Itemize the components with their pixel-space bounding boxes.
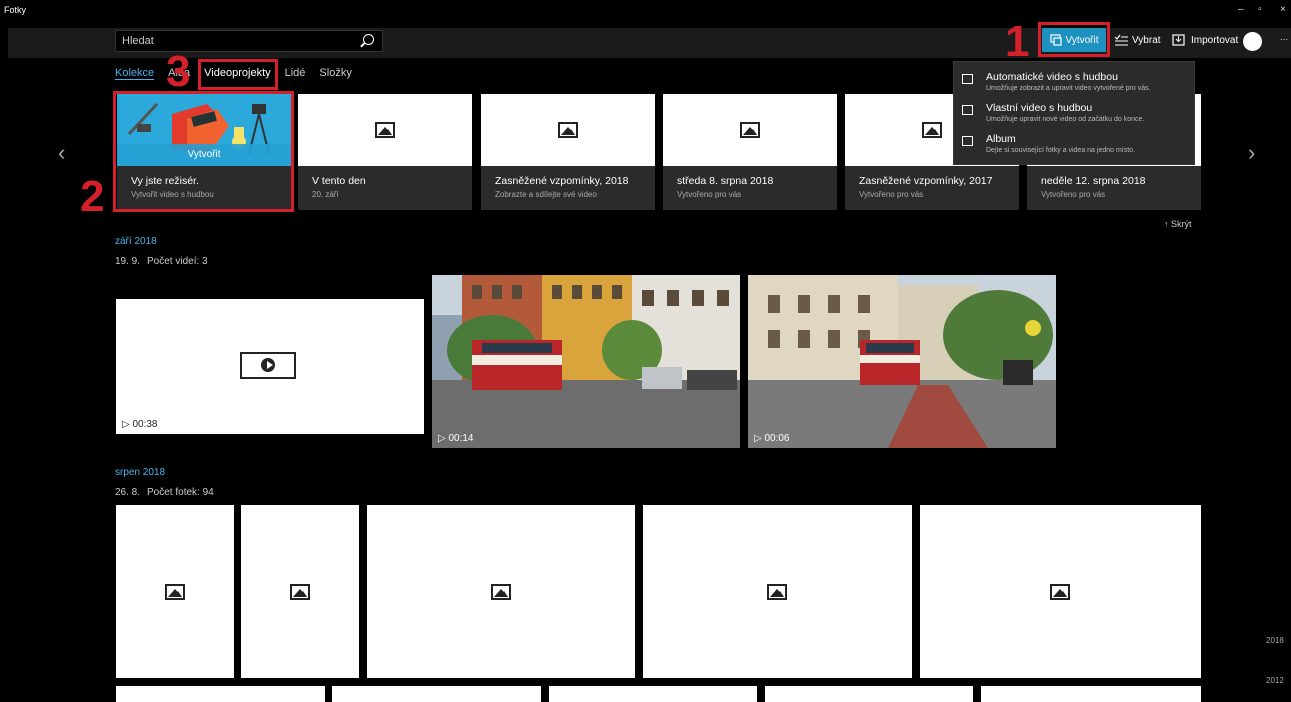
card-subtitle: 20. září xyxy=(312,190,339,199)
minimize-button[interactable]: – xyxy=(1238,4,1244,15)
callout-number-3: 3 xyxy=(166,47,191,96)
video-icon xyxy=(962,105,973,115)
card-wednesday[interactable]: středa 8. srpna 2018 Vytvořeno pro vás xyxy=(663,94,837,210)
photo-tile[interactable] xyxy=(643,505,912,678)
video-duration: ▷ 00:06 xyxy=(754,433,790,444)
photo-tile[interactable] xyxy=(765,686,973,702)
photo-tile[interactable] xyxy=(549,686,757,702)
photo-tile[interactable] xyxy=(367,505,635,678)
section-month-aug: srpen 2018 xyxy=(115,467,166,478)
video-tile-2[interactable]: ▷ 00:14 xyxy=(432,275,740,448)
tram-photo-1 xyxy=(432,275,740,448)
image-placeholder-icon xyxy=(165,584,185,600)
card-subtitle: Vytvořeno pro vás xyxy=(859,190,924,199)
card-subtitle: Zobrazte a sdílejte své video xyxy=(495,190,597,199)
image-placeholder-icon xyxy=(491,584,511,600)
menu-item-custom-video[interactable]: Vlastní video s hudbou Umožňuje upravit … xyxy=(954,99,1194,130)
search-placeholder: Hledat xyxy=(122,35,154,47)
card-title: neděle 12. srpna 2018 xyxy=(1041,175,1146,187)
search-input[interactable]: Hledat xyxy=(115,30,383,52)
card-title: Zasněžené vzpomínky, 2017 xyxy=(859,175,993,187)
import-button[interactable]: Importovat xyxy=(1172,28,1238,52)
video-icon xyxy=(962,74,973,84)
image-placeholder-icon xyxy=(1050,584,1070,600)
hide-link[interactable]: ↑ Skrýt xyxy=(1164,219,1192,229)
menu-item-title: Album xyxy=(986,133,1016,145)
section-count-photos: Počet fotek: 94 xyxy=(147,487,214,498)
video-tile-1[interactable]: ▷ 00:38 xyxy=(116,299,424,434)
carousel-prev-arrow-icon[interactable]: ‹ xyxy=(58,140,65,166)
callout-number-1: 1 xyxy=(1005,17,1030,66)
photo-tile[interactable] xyxy=(116,686,325,702)
photo-tile[interactable] xyxy=(241,505,359,678)
image-placeholder-icon xyxy=(922,122,942,138)
video-duration: ▷ 00:14 xyxy=(438,433,474,444)
album-icon xyxy=(962,136,973,146)
image-placeholder-icon xyxy=(740,122,760,138)
video-tile-3[interactable]: ▷ 00:06 xyxy=(748,275,1056,448)
import-label: Importovat xyxy=(1191,34,1239,46)
timeline-year-2018[interactable]: 2018 xyxy=(1266,636,1284,645)
create-dropdown-menu: Automatické video s hudbou Umožňuje zobr… xyxy=(953,61,1195,165)
image-placeholder-icon xyxy=(375,122,395,138)
card-subtitle: Vytvořeno pro vás xyxy=(1041,190,1106,199)
video-duration: ▷ 00:38 xyxy=(122,419,158,430)
image-placeholder-icon xyxy=(558,122,578,138)
select-button[interactable]: Vybrat xyxy=(1114,28,1161,52)
timeline-year-2012[interactable]: 2012 xyxy=(1266,676,1284,685)
card-title: středa 8. srpna 2018 xyxy=(677,175,774,187)
more-button[interactable]: ... xyxy=(1280,32,1288,43)
carousel-next-arrow-icon[interactable]: › xyxy=(1248,140,1255,166)
menu-item-title: Vlastní video s hudbou xyxy=(986,102,1093,114)
section-count-videos: Počet videí: 3 xyxy=(147,256,208,267)
photo-tile[interactable] xyxy=(920,505,1201,678)
app-title: Fotky xyxy=(4,5,27,15)
tab-collections[interactable]: Kolekce xyxy=(115,67,154,79)
photo-tile[interactable] xyxy=(116,505,234,678)
image-placeholder-icon xyxy=(767,584,787,600)
search-icon[interactable] xyxy=(363,34,374,45)
menu-item-album[interactable]: Album Dejte si související fotky a videa… xyxy=(954,130,1194,161)
close-button[interactable]: × xyxy=(1280,4,1286,15)
callout-box-3 xyxy=(198,59,278,90)
tab-folders[interactable]: Složky xyxy=(319,67,351,79)
menu-item-description: Umožňuje upravit nové video od začátku d… xyxy=(986,116,1145,123)
section-month-sep: září 2018 xyxy=(115,236,157,247)
callout-number-2: 2 xyxy=(80,172,105,221)
tram-photo-2 xyxy=(748,275,1056,448)
card-subtitle: Vytvořeno pro vás xyxy=(677,190,742,199)
image-placeholder-icon xyxy=(290,584,310,600)
menu-item-title: Automatické video s hudbou xyxy=(986,71,1118,83)
card-title: V tento den xyxy=(312,175,366,187)
callout-box-2 xyxy=(113,91,294,212)
section-day-26: 26. 8. xyxy=(115,487,141,498)
select-icon xyxy=(1114,34,1128,46)
section-day-19: 19. 9. xyxy=(115,256,141,267)
card-title: Zasněžené vzpomínky, 2018 xyxy=(495,175,629,187)
menu-item-auto-video[interactable]: Automatické video s hudbou Umožňuje zobr… xyxy=(954,68,1194,99)
menu-item-description: Dejte si související fotky a videa na je… xyxy=(986,147,1136,154)
card-on-this-day[interactable]: V tento den 20. září xyxy=(298,94,472,210)
photo-tile[interactable] xyxy=(981,686,1201,702)
import-icon xyxy=(1172,34,1185,46)
menu-item-description: Umožňuje zobrazit a upravit video vytvoř… xyxy=(986,85,1151,92)
avatar[interactable] xyxy=(1243,32,1262,51)
restore-button[interactable]: ▫ xyxy=(1258,4,1262,15)
tab-people[interactable]: Lidé xyxy=(285,67,306,79)
photo-tile[interactable] xyxy=(332,686,541,702)
card-snowy-2018[interactable]: Zasněžené vzpomínky, 2018 Zobrazte a sdí… xyxy=(481,94,655,210)
video-placeholder-icon xyxy=(240,352,296,379)
callout-box-1 xyxy=(1038,22,1110,57)
select-label: Vybrat xyxy=(1132,34,1161,46)
